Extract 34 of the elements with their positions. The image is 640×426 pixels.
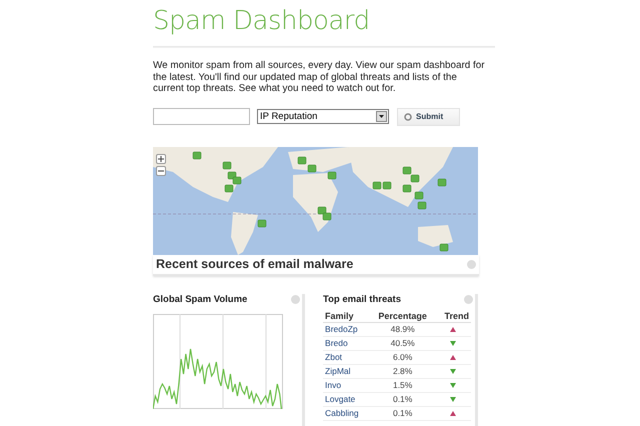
family-link[interactable]: BredoZp bbox=[323, 322, 370, 336]
zoom-in-button[interactable] bbox=[156, 154, 166, 164]
percentage-cell: 0.1% bbox=[370, 392, 436, 406]
percentage-cell: 1.5% bbox=[370, 378, 436, 392]
page-title: Spam Dashboard bbox=[153, 5, 371, 38]
lookup-type-select[interactable]: IP Reputation bbox=[257, 109, 389, 124]
percentage-cell: 40.5% bbox=[370, 336, 436, 350]
family-link[interactable]: Bredo bbox=[323, 336, 370, 350]
family-link[interactable]: Lovgate bbox=[323, 392, 370, 406]
minus-icon bbox=[158, 168, 164, 174]
zoom-out-button[interactable] bbox=[156, 166, 166, 176]
lookup-field[interactable] bbox=[153, 108, 250, 125]
family-link[interactable]: Zbot bbox=[323, 350, 370, 364]
plus-icon bbox=[158, 156, 164, 162]
panel-title: Global Spam Volume bbox=[153, 294, 248, 304]
family-link[interactable]: Invo bbox=[323, 378, 370, 392]
column-header: Family bbox=[323, 310, 370, 322]
submit-button[interactable]: Submit bbox=[397, 108, 460, 126]
column-header: Percentage bbox=[370, 310, 436, 322]
column-header: Trend bbox=[435, 310, 472, 322]
percentage-cell: 48.9% bbox=[370, 322, 436, 336]
map-caption: Recent sources of email malware bbox=[156, 257, 354, 271]
intro-text: We monitor spam from all sources, every day. View our spam dashboard for the latest. You'll find our updated map of global threats and lists of the current top threats. See what you need to watch out for. bbox=[153, 60, 486, 94]
family-link[interactable]: Cabbling bbox=[323, 406, 370, 420]
percentage-cell: 6.0% bbox=[370, 350, 436, 364]
help-icon[interactable] bbox=[467, 260, 476, 268]
family-link[interactable]: ZipMal bbox=[323, 364, 370, 378]
help-icon[interactable] bbox=[291, 294, 300, 304]
panel-title: Top email threats bbox=[323, 294, 401, 304]
percentage-cell: 0.1% bbox=[370, 406, 436, 420]
percentage-cell: 2.8% bbox=[370, 364, 436, 378]
dropdown-caret-icon bbox=[376, 111, 387, 122]
circle-icon bbox=[404, 112, 412, 120]
help-icon[interactable] bbox=[464, 294, 473, 304]
